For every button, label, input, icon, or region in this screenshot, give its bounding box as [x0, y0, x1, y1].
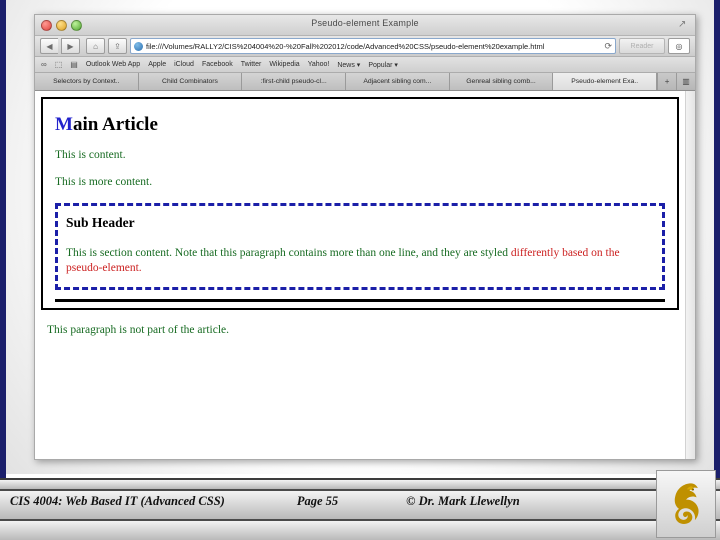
- section-heading: Sub Header: [66, 215, 135, 230]
- back-button[interactable]: ◀: [40, 38, 58, 54]
- globe-icon: [134, 41, 143, 51]
- top-sites-grid-icon[interactable]: ▤: [70, 60, 78, 69]
- bookmark-popular-folder[interactable]: Popular ▾: [368, 61, 398, 69]
- title-rest: ain Article: [72, 114, 158, 135]
- fullscreen-icon[interactable]: ↗: [678, 19, 689, 30]
- new-tab-button[interactable]: +: [657, 73, 677, 90]
- bookmark-news-folder[interactable]: News ▾: [337, 61, 360, 69]
- bookmark-wikipedia[interactable]: Wikipedia: [269, 61, 299, 68]
- footer-text-row: CIS 4004: Web Based IT (Advanced CSS) Pa…: [10, 494, 520, 509]
- tab-selectors-by-context[interactable]: Selectors by Context..: [35, 73, 139, 90]
- pegasus-icon: [674, 483, 699, 524]
- bookmarks-bar: ∞ ⬚ ▤ Outlook Web App Apple iCloud Faceb…: [35, 57, 695, 73]
- safari-browser-window: Pseudo-element Example ↗ ◀ ▶ ⌂ ⇪ file://…: [34, 14, 696, 460]
- address-bar-value: file:///Volumes/RALLY2/CIS%204004%20-%20…: [146, 41, 545, 51]
- share-icon[interactable]: ⇪: [108, 38, 127, 54]
- page-content: Main Article This is content. This is mo…: [35, 91, 685, 459]
- article-paragraph-2: This is more content.: [55, 176, 153, 188]
- bookmark-facebook[interactable]: Facebook: [202, 61, 233, 68]
- section-container: Sub Header This is section content. Note…: [55, 203, 665, 291]
- slide-footer: CIS 4004: Web Based IT (Advanced CSS) Pa…: [0, 470, 720, 540]
- browser-toolbar: ◀ ▶ ⌂ ⇪ file:///Volumes/RALLY2/CIS%20400…: [35, 36, 695, 57]
- article-paragraph-1: This is content.: [55, 149, 126, 161]
- bookmark-apple[interactable]: Apple: [148, 61, 166, 68]
- article-bottom-rule: [55, 299, 665, 303]
- article-container: Main Article This is content. This is mo…: [41, 97, 679, 311]
- bookmark-twitter[interactable]: Twitter: [241, 61, 262, 68]
- tab-first-child-pseudo-class[interactable]: :first-child pseudo-cl...: [242, 73, 347, 90]
- page-viewport: Main Article This is content. This is mo…: [35, 91, 695, 459]
- reading-list-icon[interactable]: ⬚: [55, 60, 63, 69]
- forward-button[interactable]: ▶: [61, 38, 80, 54]
- address-bar[interactable]: file:///Volumes/RALLY2/CIS%204004%20-%20…: [130, 38, 616, 54]
- slide-right-border: [714, 0, 720, 478]
- bookmark-yahoo[interactable]: Yahoo!: [308, 61, 330, 68]
- footer-page-number: Page 55: [296, 494, 339, 508]
- search-input[interactable]: ◎: [668, 38, 690, 54]
- bookmark-outlook-web-app[interactable]: Outlook Web App: [86, 61, 140, 68]
- section-paragraph: This is section content. Note that this …: [66, 246, 654, 275]
- tab-general-sibling-combinator[interactable]: Genreal sibling comb...: [449, 73, 554, 90]
- top-sites-icon[interactable]: ⌂: [86, 38, 105, 54]
- window-title: Pseudo-element Example: [311, 18, 419, 28]
- section-paragraph-first-line: This is section content. Note that this …: [66, 247, 508, 259]
- vertical-scrollbar[interactable]: [685, 91, 695, 459]
- footer-strip-lower: [0, 521, 720, 540]
- tab-bar: Selectors by Context.. Child Combinators…: [35, 73, 695, 91]
- footer-copyright: © Dr. Mark Llewellyn: [406, 494, 520, 508]
- title-first-letter: M: [55, 114, 73, 135]
- outside-paragraph: This paragraph is not part of the articl…: [47, 324, 230, 337]
- tab-adjacent-sibling-combinator[interactable]: Adjacent sibling com...: [346, 73, 450, 90]
- presentation-slide: Pseudo-element Example ↗ ◀ ▶ ⌂ ⇪ file://…: [0, 0, 720, 540]
- bookmark-icloud[interactable]: iCloud: [174, 61, 194, 68]
- tab-child-combinators[interactable]: Child Combinators: [138, 73, 243, 90]
- footer-course-label: CIS 4004: Web Based IT (Advanced CSS): [10, 494, 225, 508]
- window-titlebar: Pseudo-element Example ↗: [35, 15, 695, 36]
- ucf-pegasus-logo: [656, 470, 716, 538]
- reader-button[interactable]: Reader: [619, 38, 665, 54]
- show-all-tabs-icon[interactable]: ▥: [676, 73, 695, 90]
- footer-strip-upper: [0, 480, 720, 489]
- page-title: Main Article: [55, 114, 665, 136]
- tab-pseudo-element-example[interactable]: Pseudo-element Exa..: [553, 73, 658, 90]
- reload-icon[interactable]: ⟳: [604, 41, 612, 52]
- sidebar-toggle-icon[interactable]: ∞: [41, 60, 47, 69]
